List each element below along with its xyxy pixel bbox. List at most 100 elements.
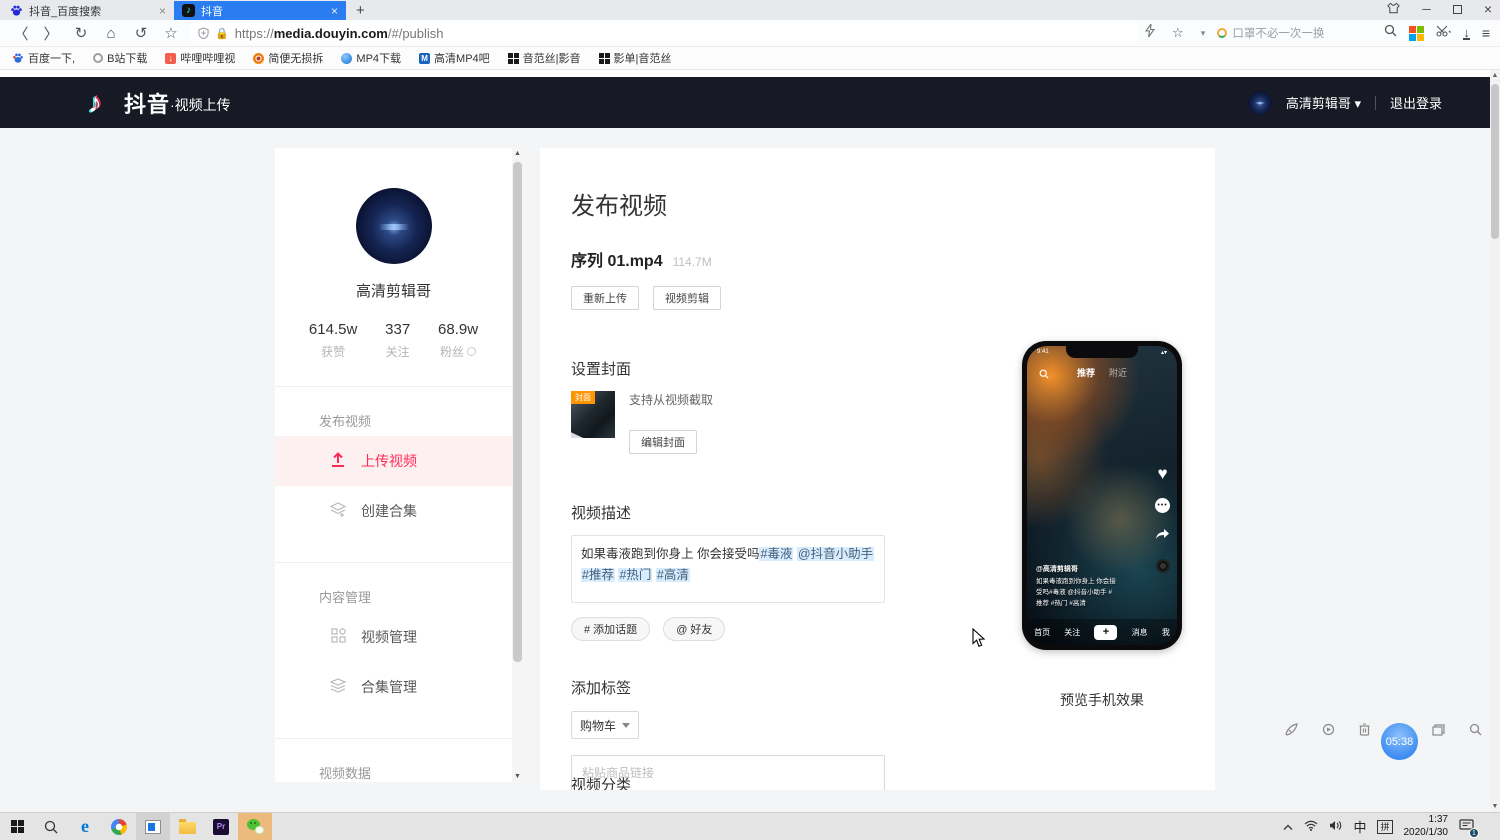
volume-icon[interactable] <box>1329 820 1342 834</box>
reupload-button[interactable]: 重新上传 <box>571 286 639 310</box>
cover-thumbnail[interactable]: 封面 <box>571 391 615 438</box>
sidebar-item-video-manage[interactable]: 视频管理 <box>275 612 512 662</box>
restore-session-icon[interactable] <box>1322 723 1335 736</box>
close-tab-icon[interactable]: × <box>331 4 338 18</box>
lightning-icon[interactable] <box>1145 24 1155 42</box>
page-scrollbar[interactable]: ▲ ▼ <box>1490 70 1500 812</box>
username-dropdown[interactable]: 高清剪辑哥 ▾ <box>1286 93 1361 112</box>
app-window-icon <box>145 820 161 834</box>
divider <box>1375 96 1376 110</box>
avatar[interactable] <box>1248 91 1272 115</box>
scroll-down-icon[interactable]: ▼ <box>1490 803 1500 810</box>
tray-expand-icon[interactable] <box>1283 820 1293 834</box>
bookmark-bilibili[interactable]: ↓ 哔哩哔哩视 <box>165 50 235 66</box>
page-title: 发布视频 <box>571 186 951 221</box>
downloads-icon[interactable]: ↓ <box>1463 27 1470 40</box>
sidebar-scrollbar[interactable]: ▲ ▼ <box>512 148 523 782</box>
favorite-star-icon[interactable]: ☆ <box>160 24 182 42</box>
profile-name: 高清剪辑哥 <box>275 280 512 301</box>
edit-cover-button[interactable]: 编辑封面 <box>629 430 697 454</box>
ime-mode-indicator[interactable]: 拼 <box>1377 820 1392 834</box>
bookmark-star-icon[interactable]: ☆ <box>1167 25 1189 41</box>
info-icon[interactable] <box>467 347 476 356</box>
upload-icon <box>329 452 347 470</box>
boost-rocket-icon[interactable] <box>1284 723 1298 736</box>
start-button[interactable] <box>0 813 34 840</box>
browser-skin-icon[interactable] <box>1387 2 1400 17</box>
hashtag: #热门 <box>618 568 652 582</box>
edit-video-button[interactable]: 视频剪辑 <box>653 286 721 310</box>
home-icon[interactable]: ⌂ <box>100 25 122 42</box>
close-tab-icon[interactable]: × <box>159 4 166 18</box>
ime-language-indicator[interactable]: 中 <box>1353 817 1366 836</box>
bookmark-baidu[interactable]: 百度一下, <box>12 50 75 66</box>
bookmark-lossless[interactable]: 简便无损拆 <box>253 50 323 66</box>
notification-center-button[interactable]: 1 <box>1459 819 1474 835</box>
back-icon[interactable]: 〈 <box>10 23 32 44</box>
recorder-timer-widget[interactable]: 05:38 <box>1381 723 1418 760</box>
taskbar: e Pr 中 拼 1:37 2020/1/30 1 <box>0 812 1500 840</box>
scrollbar-thumb[interactable] <box>513 162 522 662</box>
close-window-button[interactable]: × <box>1484 1 1492 17</box>
shield-icon <box>198 27 209 39</box>
tab-nearby: 附近 <box>1109 366 1127 379</box>
scroll-down-icon[interactable]: ▼ <box>512 773 523 780</box>
at-friend-button[interactable]: @ 好友 <box>663 617 725 641</box>
description-textarea[interactable]: 如果毒液跑到你身上 你会接受吗#毒液 @抖音小助手 #推荐 #热门 #高清 <box>571 535 885 603</box>
sidebar-item-create-collection[interactable]: 创建合集 <box>275 486 512 536</box>
logout-button[interactable]: 退出登录 <box>1390 93 1442 112</box>
tab-recommend: 推荐 <box>1077 366 1095 379</box>
taskbar-wechat-button[interactable] <box>238 813 272 840</box>
chevron-down-icon[interactable]: ▾ <box>1201 28 1206 39</box>
bookmark-yingdan[interactable]: 影单|音范丝 <box>599 50 672 66</box>
download-badge-icon: ↓ <box>165 53 176 64</box>
forward-icon[interactable]: 〉 <box>40 23 62 44</box>
wifi-icon[interactable] <box>1304 820 1318 834</box>
undo-icon[interactable]: ↺ <box>130 24 152 42</box>
mention: @抖音小助手 <box>797 547 874 561</box>
sidebar-item-collection-manage[interactable]: 合集管理 <box>275 662 512 712</box>
maximize-button[interactable] <box>1453 5 1462 14</box>
avatar[interactable] <box>356 188 432 264</box>
taskbar-premiere-button[interactable]: Pr <box>204 813 238 840</box>
taskbar-search-button[interactable] <box>34 813 68 840</box>
search-icon[interactable] <box>1384 24 1397 42</box>
section-content-manage: 内容管理 <box>275 563 512 612</box>
sidebar-item-upload-video[interactable]: 上传视频 <box>275 436 512 486</box>
tab-baidu-search[interactable]: 抖音_百度搜索 × <box>2 1 174 20</box>
browser-search-box[interactable]: 口罩不必一次一换 <box>1217 25 1372 41</box>
trash-icon[interactable] <box>1359 723 1370 736</box>
menu-icon[interactable]: ≡ <box>1482 25 1490 41</box>
tag-type-dropdown[interactable]: 购物车 <box>571 711 639 739</box>
bookmark-mp4ba[interactable]: M 高清MP4吧 <box>419 50 490 66</box>
https-lock-icon: 🔒 <box>215 27 229 40</box>
apps-grid-icon[interactable] <box>1409 26 1424 41</box>
hashtag: #推荐 <box>581 568 615 582</box>
hashtag: #毒液 <box>759 547 793 561</box>
bookmark-mp4-download[interactable]: MP4下载 <box>341 50 401 66</box>
taskbar-active-app-button[interactable] <box>136 813 170 840</box>
url-field[interactable]: 🔒 https://media.douyin.com/#/publish <box>190 23 1137 44</box>
scroll-up-icon[interactable]: ▲ <box>512 150 523 157</box>
zoom-icon[interactable] <box>1469 723 1482 736</box>
taskbar-edge-button[interactable]: e <box>68 813 102 840</box>
tab-douyin-active[interactable]: ♪ 抖音 × <box>174 1 346 20</box>
bookmark-bilibili-download[interactable]: B站下载 <box>93 50 147 66</box>
mini-window-icon[interactable] <box>1432 724 1445 736</box>
taskbar-explorer-button[interactable] <box>170 813 204 840</box>
search-hotword[interactable]: 口罩不必一次一换 <box>1232 25 1324 41</box>
reload-icon[interactable]: ↻ <box>70 24 92 42</box>
taskbar-browser-button[interactable] <box>102 813 136 840</box>
minimize-button[interactable]: ─ <box>1422 2 1431 16</box>
new-tab-button[interactable]: + <box>356 1 365 20</box>
hashtag: #高清 <box>656 568 690 582</box>
notification-badge: 1 <box>1469 828 1479 838</box>
add-topic-button[interactable]: # 添加话题 <box>571 617 650 641</box>
taskbar-clock[interactable]: 1:37 2020/1/30 <box>1404 814 1449 839</box>
video-filesize: 114.7M <box>673 255 712 269</box>
comment-icon: ••• <box>1155 498 1170 513</box>
scroll-up-icon[interactable]: ▲ <box>1490 72 1500 79</box>
scrollbar-thumb[interactable] <box>1491 84 1499 239</box>
bookmark-yinfans[interactable]: 音范丝|影音 <box>508 50 581 66</box>
screenshot-scissors-icon[interactable] <box>1436 24 1451 42</box>
